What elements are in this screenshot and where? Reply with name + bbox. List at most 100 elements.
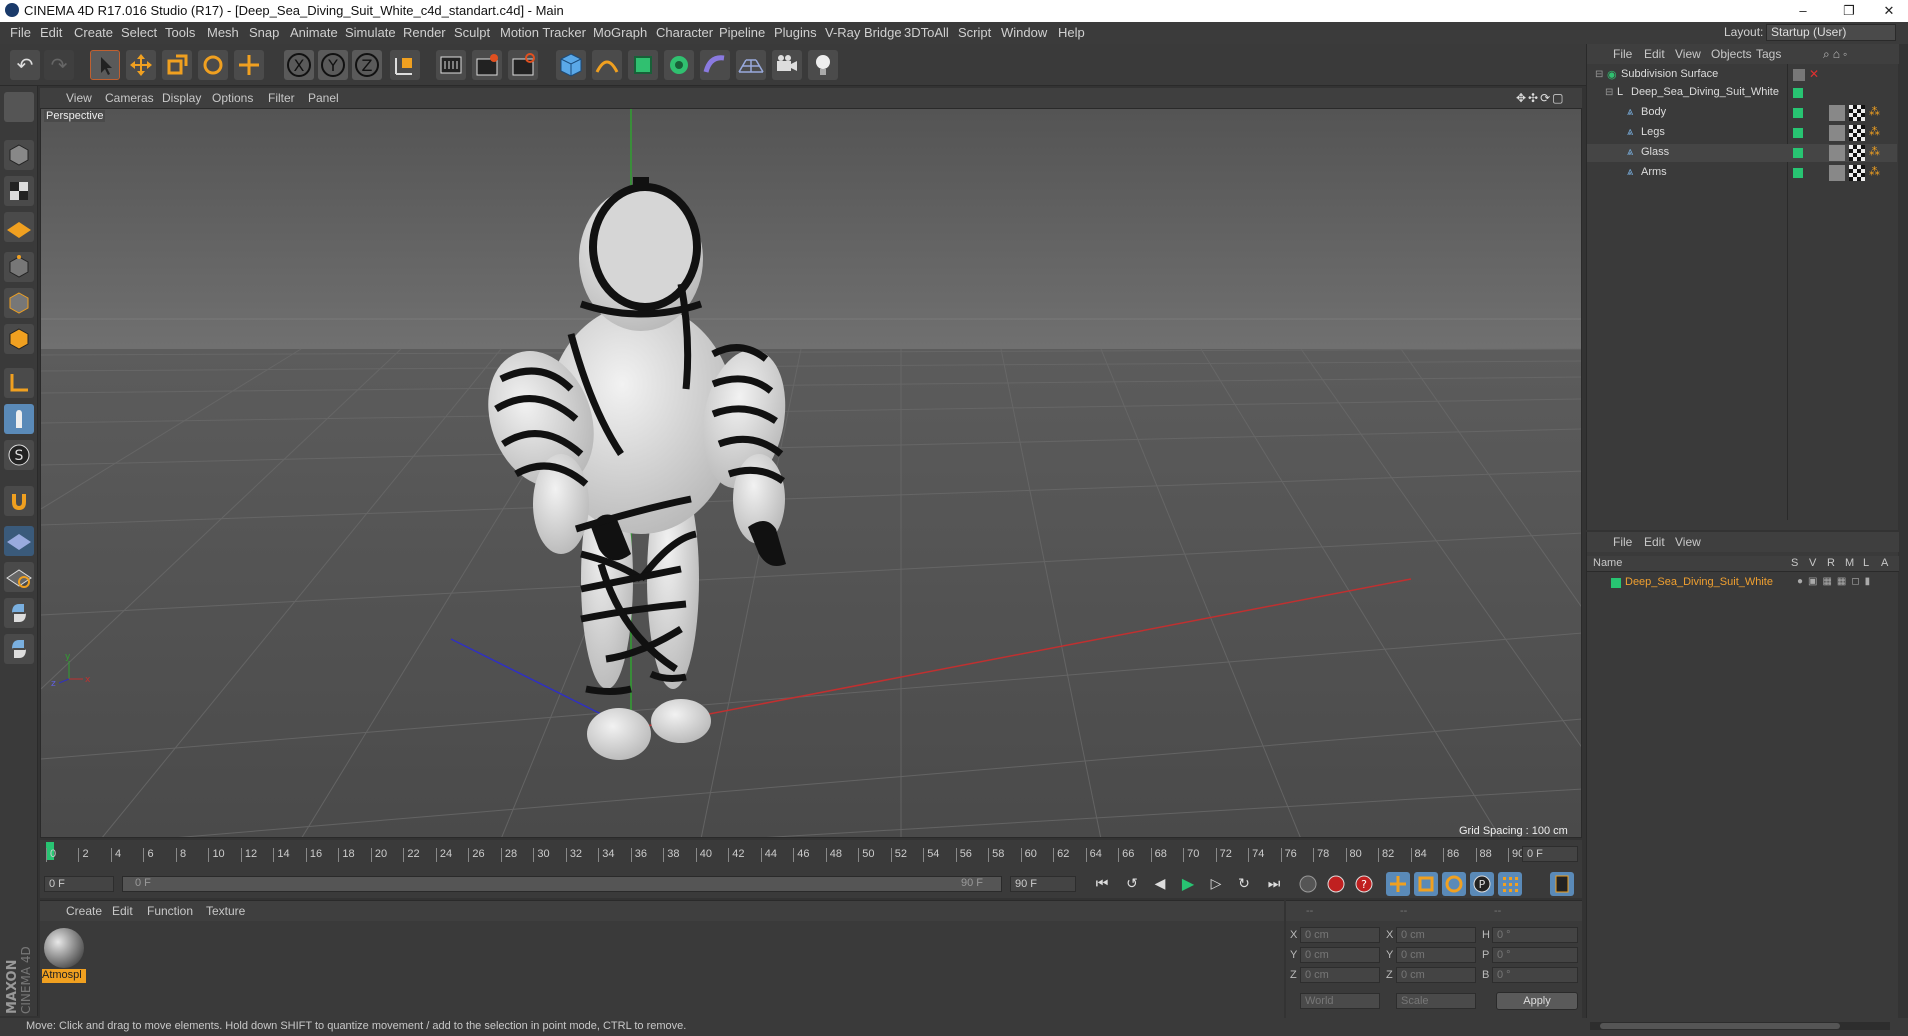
coord-size-x[interactable]: 0 cm xyxy=(1396,927,1476,943)
tweak-mode-icon[interactable] xyxy=(4,404,34,434)
menu-simulate[interactable]: Simulate xyxy=(345,25,396,40)
undo-icon[interactable]: ↶ xyxy=(10,50,40,80)
objects-menu-edit[interactable]: Edit xyxy=(1644,47,1665,61)
3d-viewport[interactable]: y x z Perspective Grid Spacing : 100 cm xyxy=(40,108,1582,838)
menu-select[interactable]: Select xyxy=(121,25,157,40)
menu-pipeline[interactable]: Pipeline xyxy=(719,25,765,40)
layers-menu-view[interactable]: View xyxy=(1675,535,1701,549)
workplane-grid-icon[interactable] xyxy=(4,562,34,592)
object-row-arms[interactable]: ⩓ Arms ⁂ xyxy=(1587,164,1897,182)
menu-help[interactable]: Help xyxy=(1058,25,1085,40)
locked-workplane-icon[interactable] xyxy=(4,526,34,556)
phong-tag-icon[interactable]: ⁂ xyxy=(1869,145,1880,158)
polygons-mode-icon[interactable] xyxy=(4,324,34,354)
layer-color-icon[interactable] xyxy=(1793,148,1803,158)
menu-tools[interactable]: Tools xyxy=(165,25,195,40)
layers-menu-file[interactable]: File xyxy=(1613,535,1632,549)
material-tag-icon[interactable] xyxy=(1829,105,1845,121)
object-row-diving-suit[interactable]: ⊟ L Deep_Sea_Diving_Suit_White xyxy=(1587,84,1897,102)
deformer-icon[interactable] xyxy=(700,50,730,80)
menu-mesh[interactable]: Mesh xyxy=(207,25,239,40)
material-menu-create[interactable]: Create xyxy=(66,904,102,918)
timeline-layout-icon[interactable] xyxy=(1550,872,1574,896)
material-tag-icon[interactable] xyxy=(1829,145,1845,161)
texture-tag-icon[interactable] xyxy=(1849,165,1865,181)
key-pla-icon[interactable] xyxy=(1498,872,1522,896)
next-key-icon[interactable]: ↻ xyxy=(1232,872,1256,896)
magnet-icon[interactable] xyxy=(4,486,34,516)
object-row-glass[interactable]: ⩓ Glass ⁂ xyxy=(1587,144,1897,162)
redo-icon[interactable]: ↷ xyxy=(44,50,74,80)
disabled-cross-icon[interactable]: ✕ xyxy=(1809,67,1819,81)
frame-range-slider[interactable]: 0 F 90 F xyxy=(122,876,1002,892)
expand-icon[interactable]: ⊟ xyxy=(1595,69,1603,80)
material-menu-function[interactable]: Function xyxy=(147,904,193,918)
menu-create[interactable]: Create xyxy=(74,25,113,40)
timeline-ruler[interactable]: 0 2 4 6 8 10 12 14 16 18 20 22 24 26 28 30 32 34 36 38 40 42 4… xyxy=(40,840,1582,870)
mograph-cloner-icon[interactable] xyxy=(664,50,694,80)
select-cursor-icon[interactable] xyxy=(90,50,120,80)
menu-script[interactable]: Script xyxy=(958,25,991,40)
checkmark-icon[interactable] xyxy=(1793,69,1805,81)
menu-character[interactable]: Character xyxy=(656,25,713,40)
move-tool-icon[interactable] xyxy=(126,50,156,80)
coordinate-system-icon[interactable] xyxy=(390,50,420,80)
viewport-nav-icons[interactable]: ✥✣⟳▢ xyxy=(1516,91,1566,105)
key-rotation-icon[interactable] xyxy=(1442,872,1466,896)
light-icon[interactable] xyxy=(808,50,838,80)
layer-color-icon[interactable] xyxy=(1793,168,1803,178)
texture-tag-icon[interactable] xyxy=(1849,105,1865,121)
objects-menu-view[interactable]: View xyxy=(1675,47,1701,61)
rotate-tool-icon[interactable] xyxy=(198,50,228,80)
size-mode-dropdown[interactable]: Scale xyxy=(1396,993,1476,1009)
object-row-subdivision-surface[interactable]: ⊟ ◉ Subdivision Surface ✕ xyxy=(1587,66,1897,84)
layer-color-icon[interactable] xyxy=(1611,578,1621,588)
camera-icon[interactable] xyxy=(772,50,802,80)
material-menu-edit[interactable]: Edit xyxy=(112,904,133,918)
objects-menu-file[interactable]: File xyxy=(1613,47,1632,61)
axis-mode-icon[interactable] xyxy=(4,368,34,398)
coord-rotation-b[interactable]: 0 ° xyxy=(1492,967,1578,983)
menu-plugins[interactable]: Plugins xyxy=(774,25,817,40)
material-menu-texture[interactable]: Texture xyxy=(206,904,245,918)
menu-3dtoall[interactable]: 3DToAll xyxy=(904,25,949,40)
material-atmosphere[interactable]: Atmospl xyxy=(42,927,86,985)
minimize-button[interactable]: – xyxy=(1780,0,1826,22)
layer-color-icon[interactable] xyxy=(1793,108,1803,118)
viewport-menu-panel[interactable]: Panel xyxy=(308,91,339,105)
go-to-end-icon[interactable]: ⏭ xyxy=(1262,872,1286,896)
floor-scene-icon[interactable] xyxy=(736,50,766,80)
material-tag-icon[interactable] xyxy=(1829,165,1845,181)
render-view-icon[interactable] xyxy=(436,50,466,80)
render-to-picture-viewer-icon[interactable] xyxy=(472,50,502,80)
menu-motion-tracker[interactable]: Motion Tracker xyxy=(500,25,586,40)
horizontal-scrollbar[interactable] xyxy=(1590,1022,1890,1030)
apply-button[interactable]: Apply xyxy=(1496,992,1578,1010)
menu-animate[interactable]: Animate xyxy=(290,25,338,40)
current-frame-field[interactable]: 0 F xyxy=(1522,846,1578,862)
spline-pen-icon[interactable] xyxy=(592,50,622,80)
start-frame-field[interactable]: 0 F xyxy=(44,876,114,892)
key-parameter-icon[interactable]: P xyxy=(1470,872,1494,896)
menu-vray-bridge[interactable]: V-Ray Bridge xyxy=(825,25,902,40)
points-mode-icon[interactable] xyxy=(4,252,34,282)
menu-render[interactable]: Render xyxy=(403,25,446,40)
end-frame-field[interactable]: 90 F xyxy=(1010,876,1076,892)
layer-color-icon[interactable] xyxy=(1793,128,1803,138)
coordinate-mode-dropdown[interactable]: World xyxy=(1300,993,1380,1009)
texture-mode-icon[interactable] xyxy=(4,176,34,206)
play-icon[interactable]: ▶ xyxy=(1176,872,1200,896)
previous-key-icon[interactable]: ↺ xyxy=(1120,872,1144,896)
model-mode-icon[interactable] xyxy=(4,140,34,170)
menu-file[interactable]: File xyxy=(10,25,31,40)
menu-mograph[interactable]: MoGraph xyxy=(593,25,647,40)
object-row-legs[interactable]: ⩓ Legs ⁂ xyxy=(1587,124,1897,142)
material-tag-icon[interactable] xyxy=(1829,125,1845,141)
phong-tag-icon[interactable]: ⁂ xyxy=(1869,165,1880,178)
coord-size-z[interactable]: 0 cm xyxy=(1396,967,1476,983)
python-script-2-icon[interactable] xyxy=(4,634,34,664)
make-editable-icon[interactable] xyxy=(4,92,34,122)
objects-menu-objects[interactable]: Objects xyxy=(1711,47,1752,61)
viewport-menu-view[interactable]: View xyxy=(66,91,92,105)
layout-dropdown[interactable]: Startup (User) xyxy=(1766,24,1896,41)
